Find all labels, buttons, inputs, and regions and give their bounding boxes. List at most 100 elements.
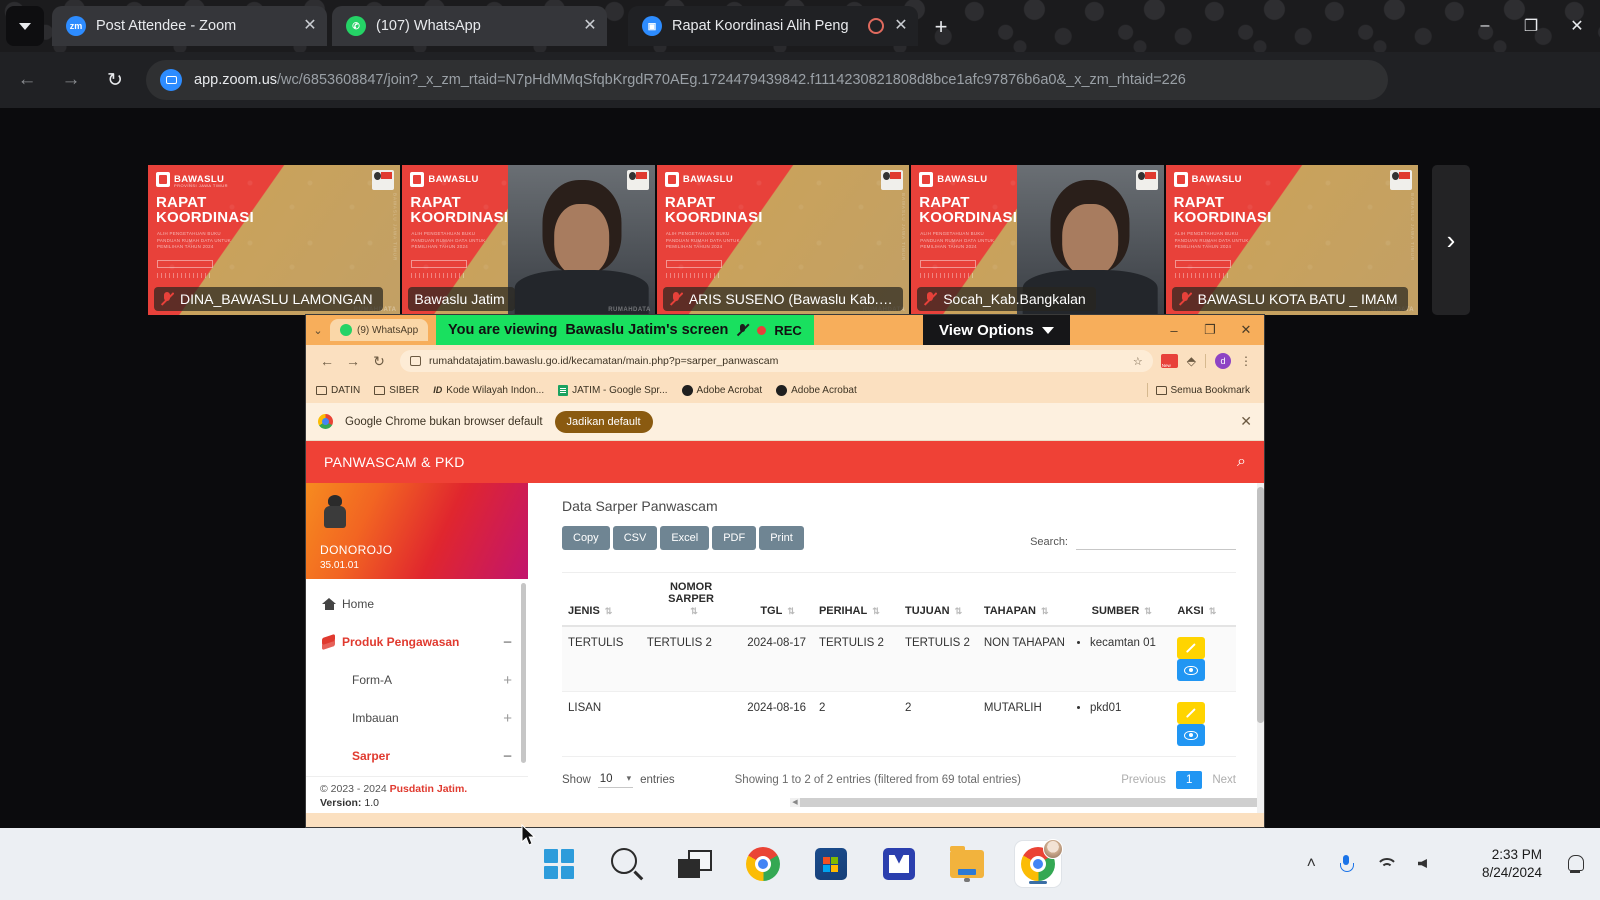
clock[interactable]: 2:33 PM 8/24/2024 [1482,846,1542,882]
sidebar-item-home[interactable]: Home [306,585,528,623]
microphone-icon[interactable] [1338,854,1354,874]
csv-button[interactable]: CSV [612,526,658,550]
page-1-button[interactable]: 1 [1175,771,1203,789]
search-button[interactable] [607,844,647,884]
column-header-tahapan[interactable]: TAHAPAN ⇅ [977,572,1072,627]
sidebar-item-form-a[interactable]: Form-A + [306,661,528,699]
bookmark-jatim-sheets[interactable]: JATIM - Google Spr... [558,384,668,396]
copy-button[interactable]: Copy [562,526,610,550]
table-row[interactable]: LISAN 2024-08-16 2 2 MUTARLIH pkd01 [562,691,1236,757]
make-default-button[interactable]: Jadikan default [554,410,653,433]
scanner-app-button[interactable] [879,844,919,884]
forward-button[interactable]: → [54,63,88,97]
extensions-icon[interactable]: ⬘ [1187,354,1196,368]
bell-dnd-icon[interactable] [1564,853,1586,875]
entries-select[interactable]: 10 ▾ [597,773,634,788]
column-header-tgl[interactable]: TGL ⇅ [741,572,813,627]
profile-name: DONOROJO [320,543,393,557]
column-header-aksi[interactable]: AKSI ⇅ [1171,572,1236,627]
browser-tab-1[interactable]: ✆ (107) WhatsApp ✕ [332,6,607,46]
column-header-tujuan[interactable]: TUJUAN ⇅ [898,572,978,627]
tray-overflow-button[interactable]: ˄ [1307,855,1316,873]
back-button[interactable]: ← [10,63,44,97]
shared-maximize-button[interactable]: ❐ [1192,315,1228,345]
minimize-button[interactable]: – [1462,0,1508,52]
column-header-sumber[interactable]: SUMBER ⇅ [1071,572,1172,627]
bookmark-datin[interactable]: DATIN [316,385,360,396]
pdf-button[interactable]: PDF [712,526,757,550]
scroll-left-arrow-icon[interactable]: ◀ [790,798,800,807]
browser-tab-2[interactable]: ▣ Rapat Koordinasi Alih Peng ✕ [628,6,918,46]
column-header-jenis[interactable]: JENIS ⇅ [562,572,641,627]
chevron-down-icon[interactable]: ⌄ [306,324,330,337]
sidebar-scrollbar[interactable] [521,583,526,763]
chrome-active-window-button[interactable] [1015,839,1063,887]
sidebar-item-imbauan[interactable]: Imbauan + [306,699,528,737]
previous-page-button[interactable]: Previous [1121,774,1166,786]
column-header-nomor-sarper[interactable]: NOMOR SARPER⇅ [640,572,742,627]
participant-tile-4[interactable]: BAWASLU RAPAT KOORDINASI ALIH PENGETAHUAN… [1165,165,1419,315]
table-horizontal-scrollbar[interactable]: ◀ ▶ [790,798,1264,807]
edit-icon[interactable] [1177,702,1206,724]
participant-tile-2[interactable]: BAWASLU RAPAT KOORDINASI ALIH PENGETAHUAN… [656,165,910,315]
start-button[interactable] [539,844,579,884]
close-window-button[interactable]: ✕ [1554,0,1600,52]
chrome-taskbar-button[interactable] [743,844,783,884]
address-bar[interactable]: app.zoom.us/wc/6853608847/join?_x_zm_rta… [146,60,1388,100]
bookmark-kode-wilayah[interactable]: ID Kode Wilayah Indon... [433,385,544,396]
view-icon[interactable] [1177,724,1206,746]
collapse-icon[interactable]: − [503,748,512,765]
print-button[interactable]: Print [759,526,804,550]
filmstrip-next-button[interactable]: › [1432,165,1470,315]
search-icon[interactable]: ⌕ [1237,453,1246,471]
bookmark-acrobat-2[interactable]: Adobe Acrobat [776,384,857,396]
shared-back-button[interactable]: ← [314,353,340,369]
bookmark-siber[interactable]: SIBER [374,385,419,396]
close-icon[interactable]: ✕ [299,18,321,34]
expand-icon[interactable]: + [503,710,512,727]
task-view-button[interactable] [675,844,715,884]
reload-button[interactable]: ↻ [98,63,132,97]
speaker-icon[interactable] [1418,856,1438,872]
next-page-button[interactable]: Next [1212,774,1236,786]
tab-search-button[interactable] [6,6,44,46]
participant-tile-3[interactable]: BAWASLU RAPAT KOORDINASI ALIH PENGETAHUAN… [911,165,1164,315]
close-icon[interactable]: ✕ [890,18,912,34]
shared-browser-tab[interactable]: (9) WhatsApp [330,319,429,341]
sidebar-item-produk-pengawasan[interactable]: Produk Pengawasan − [306,623,528,661]
shared-star-icon[interactable]: ☆ [1133,355,1143,368]
microsoft-store-button[interactable] [811,844,851,884]
shared-close-button[interactable]: ✕ [1228,315,1264,345]
new-tab-button[interactable]: + [926,12,956,42]
page-title: Data Sarper Panwascam [562,498,718,514]
edit-icon[interactable] [1177,637,1206,659]
excel-button[interactable]: Excel [660,526,710,550]
collapse-icon[interactable]: − [503,634,512,651]
sidebar-item-sarper[interactable]: Sarper − [306,737,528,775]
participant-tile-0[interactable]: BAWASLU PROVINSI JAWA TIMUR RAPAT KOORDIN… [148,165,401,315]
shared-minimize-button[interactable]: – [1156,315,1192,345]
maximize-button[interactable]: ❐ [1508,0,1554,52]
file-explorer-button[interactable] [947,844,987,884]
close-icon[interactable]: ✕ [579,18,601,34]
table-row[interactable]: TERTULIS TERTULIS 2 2024-08-17 TERTULIS … [562,626,1236,692]
store-icon [815,848,847,880]
view-options-button[interactable]: View Options [923,315,1070,345]
wifi-icon[interactable] [1376,856,1396,872]
expand-icon[interactable]: + [503,672,512,689]
page-scrollbar[interactable] [1257,483,1264,813]
shared-forward-button[interactable]: → [340,353,366,369]
search-input[interactable] [1076,533,1236,550]
shared-address-bar[interactable]: rumahdatajatim.bawaslu.go.id/kecamatan/m… [400,350,1153,372]
close-icon[interactable]: ✕ [1240,413,1252,430]
shared-reload-button[interactable]: ↻ [366,353,392,370]
column-header-perihal[interactable]: PERIHAL ⇅ [812,572,899,627]
view-icon[interactable] [1177,659,1206,681]
bookmark-acrobat-1[interactable]: Adobe Acrobat [681,384,762,396]
kebab-menu-icon[interactable]: ⋮ [1240,354,1252,368]
browser-tab-0[interactable]: zm Post Attendee - Zoom ✕ [52,6,327,46]
participant-tile-1[interactable]: BAWASLU RAPAT KOORDINASI ALIH PENGETAHUAN… [402,165,655,315]
shared-profile-avatar[interactable]: d [1215,353,1231,369]
extension-badge-icon[interactable] [1160,354,1178,368]
bookmark-all-button[interactable]: Semua Bookmark [1155,385,1250,396]
